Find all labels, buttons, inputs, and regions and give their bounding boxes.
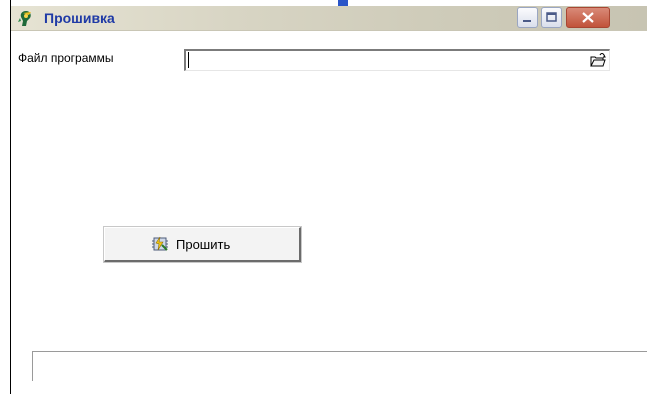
flash-button-label: Прошить (176, 237, 231, 252)
window-client-area: Файл программы Прошить (11, 31, 647, 394)
minimize-icon (523, 20, 531, 22)
app-icon (17, 9, 37, 27)
flash-button[interactable]: Прошить (103, 226, 302, 263)
file-input-box[interactable] (184, 49, 610, 71)
title-bar[interactable]: Прошивка (11, 6, 647, 31)
file-path-input[interactable] (188, 52, 569, 68)
folder-open-icon[interactable] (589, 52, 607, 69)
status-bar (32, 351, 647, 381)
maximize-icon (546, 12, 557, 22)
window-title: Прошивка (44, 10, 115, 26)
minimize-button[interactable] (517, 7, 538, 28)
file-label: Файл программы (18, 51, 114, 65)
close-button[interactable] (566, 7, 610, 28)
flash-chip-icon (150, 235, 170, 253)
close-icon (582, 12, 594, 23)
maximize-button[interactable] (541, 7, 562, 28)
app-window: Прошивка Файл программы Прошить (11, 6, 647, 394)
